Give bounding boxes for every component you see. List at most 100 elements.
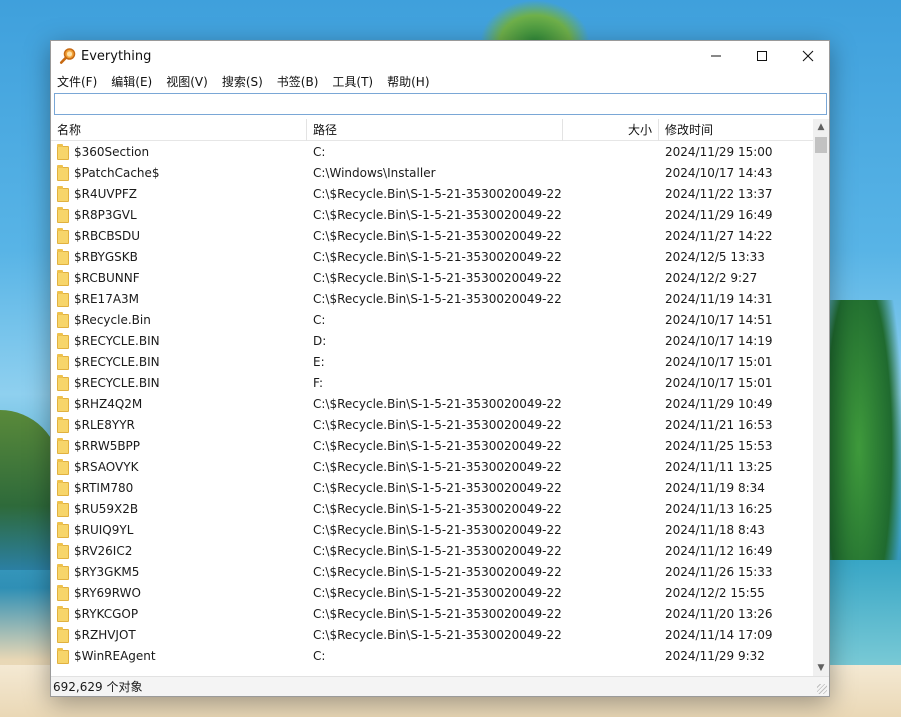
table-row[interactable]: $RZHVJOT C:\$Recycle.Bin\S-1-5-21-3530020… [51,625,813,646]
date-cell: 2024/10/17 15:01 [665,376,773,390]
date-cell: 2024/12/2 15:55 [665,586,765,600]
folder-icon [57,437,69,454]
menu-bookmarks[interactable]: 书签(B) [277,73,319,90]
table-row[interactable]: $RV26IC2 C:\$Recycle.Bin\S-1-5-21-3530020… [51,541,813,562]
menu-file[interactable]: 文件(F) [57,73,97,90]
table-row[interactable]: $RE17A3M C:\$Recycle.Bin\S-1-5-21-3530020… [51,289,813,310]
name-cell: $360Section [57,142,307,163]
path-cell: C:\$Recycle.Bin\S-1-5-21-3530020049-22..… [313,502,561,516]
path-cell: C:\$Recycle.Bin\S-1-5-21-3530020049-22..… [313,271,561,285]
menu-edit[interactable]: 编辑(E) [111,73,152,90]
column-header-date[interactable]: 修改时间 [659,119,813,141]
name-cell: $RUIQ9YL [57,520,307,541]
table-row[interactable]: $RBCBSDU C:\$Recycle.Bin\S-1-5-21-3530020… [51,226,813,247]
folder-icon [57,164,69,181]
menu-bar: 文件(F) 编辑(E) 视图(V) 搜索(S) 书签(B) 工具(T) 帮助(H… [51,71,829,91]
scroll-up-arrow-icon[interactable]: ▲ [813,119,829,135]
table-row[interactable]: $R4UVPFZ C:\$Recycle.Bin\S-1-5-21-3530020… [51,184,813,205]
size-cell [563,415,653,436]
menu-search[interactable]: 搜索(S) [222,73,263,90]
folder-icon [57,206,69,223]
table-row[interactable]: $RTIM780 C:\$Recycle.Bin\S-1-5-21-3530020… [51,478,813,499]
minimize-button[interactable] [693,41,739,71]
file-name: $RY69RWO [74,586,141,600]
size-cell [563,373,653,394]
resize-grip-icon[interactable] [817,684,827,694]
table-row[interactable]: $Recycle.Bin C: 2024/10/17 14:51 [51,310,813,331]
file-name: $RRW5BPP [74,439,141,453]
table-row[interactable]: $RHZ4Q2M C:\$Recycle.Bin\S-1-5-21-3530020… [51,394,813,415]
file-name: $R8P3GVL [74,208,137,222]
file-name: $RSAOVYK [74,460,139,474]
date-cell: 2024/12/5 13:33 [665,250,765,264]
folder-icon [57,521,69,538]
menu-view[interactable]: 视图(V) [166,73,208,90]
table-row[interactable]: $RECYCLE.BIN F: 2024/10/17 15:01 [51,373,813,394]
table-row[interactable]: $RY69RWO C:\$Recycle.Bin\S-1-5-21-3530020… [51,583,813,604]
file-name: $PatchCache$ [74,166,160,180]
vertical-scrollbar[interactable]: ▲ ▼ [813,119,829,676]
column-header-name[interactable]: 名称 [51,119,307,141]
table-row[interactable]: $RUIQ9YL C:\$Recycle.Bin\S-1-5-21-3530020… [51,520,813,541]
file-name: $RHZ4Q2M [74,397,143,411]
minimize-icon [711,55,721,57]
name-cell: $RBYGSKB [57,247,307,268]
maximize-button[interactable] [739,41,785,71]
table-row[interactable]: $RYKCGOP C:\$Recycle.Bin\S-1-5-21-3530020… [51,604,813,625]
title-bar[interactable]: Everything [51,41,829,71]
table-row[interactable]: $RECYCLE.BIN D: 2024/10/17 14:19 [51,331,813,352]
menu-tools[interactable]: 工具(T) [332,73,373,90]
scroll-thumb[interactable] [815,137,827,153]
path-cell: C:\$Recycle.Bin\S-1-5-21-3530020049-22..… [313,460,561,474]
path-cell: C: [313,145,326,159]
path-cell: E: [313,355,325,369]
menu-help[interactable]: 帮助(H) [387,73,429,90]
name-cell: $RHZ4Q2M [57,394,307,415]
table-row[interactable]: $RU59X2B C:\$Recycle.Bin\S-1-5-21-3530020… [51,499,813,520]
table-row[interactable]: $RCBUNNF C:\$Recycle.Bin\S-1-5-21-3530020… [51,268,813,289]
column-header-path[interactable]: 路径 [307,119,563,141]
file-name: $RECYCLE.BIN [74,376,160,390]
path-cell: C:\$Recycle.Bin\S-1-5-21-3530020049-22..… [313,250,561,264]
file-name: $RUIQ9YL [74,523,134,537]
date-cell: 2024/11/13 16:25 [665,502,773,516]
folder-icon [57,479,69,496]
path-cell: C:\$Recycle.Bin\S-1-5-21-3530020049-22..… [313,208,561,222]
size-cell [563,646,653,667]
date-cell: 2024/11/19 14:31 [665,292,773,306]
path-cell: C:\$Recycle.Bin\S-1-5-21-3530020049-22..… [313,565,561,579]
date-cell: 2024/11/29 9:32 [665,649,765,663]
table-row[interactable]: $R8P3GVL C:\$Recycle.Bin\S-1-5-21-3530020… [51,205,813,226]
table-row[interactable]: $RY3GKM5 C:\$Recycle.Bin\S-1-5-21-3530020… [51,562,813,583]
folder-icon [57,395,69,412]
size-cell [563,625,653,646]
table-row[interactable]: $RLE8YYR C:\$Recycle.Bin\S-1-5-21-3530020… [51,415,813,436]
table-row[interactable]: $WinREAgent C: 2024/11/29 9:32 [51,646,813,667]
table-row[interactable]: $RBYGSKB C:\$Recycle.Bin\S-1-5-21-3530020… [51,247,813,268]
table-row[interactable]: $PatchCache$ C:\Windows\Installer 2024/10/… [51,163,813,184]
date-cell: 2024/11/18 8:43 [665,523,765,537]
scroll-down-arrow-icon[interactable]: ▼ [813,660,829,676]
date-cell: 2024/11/12 16:49 [665,544,773,558]
date-cell: 2024/11/21 16:53 [665,418,773,432]
maximize-icon [757,51,767,61]
size-cell [563,562,653,583]
table-row[interactable]: $360Section C: 2024/11/29 15:00 [51,142,813,163]
path-cell: D: [313,334,327,348]
folder-icon [57,227,69,244]
table-row[interactable]: $RRW5BPP C:\$Recycle.Bin\S-1-5-21-3530020… [51,436,813,457]
name-cell: $RCBUNNF [57,268,307,289]
folder-icon [57,500,69,517]
file-name: $Recycle.Bin [74,313,151,327]
folder-icon [57,584,69,601]
file-name: $RV26IC2 [74,544,133,558]
close-button[interactable] [785,41,831,71]
file-name: $RTIM780 [74,481,134,495]
search-input[interactable] [55,94,826,114]
table-row[interactable]: $RSAOVYK C:\$Recycle.Bin\S-1-5-21-3530020… [51,457,813,478]
folder-icon [57,374,69,391]
table-row[interactable]: $RECYCLE.BIN E: 2024/10/17 15:01 [51,352,813,373]
column-header-size[interactable]: 大小 [563,119,659,141]
status-bar: 692,629 个对象 [51,676,829,696]
file-name: $R4UVPFZ [74,187,137,201]
